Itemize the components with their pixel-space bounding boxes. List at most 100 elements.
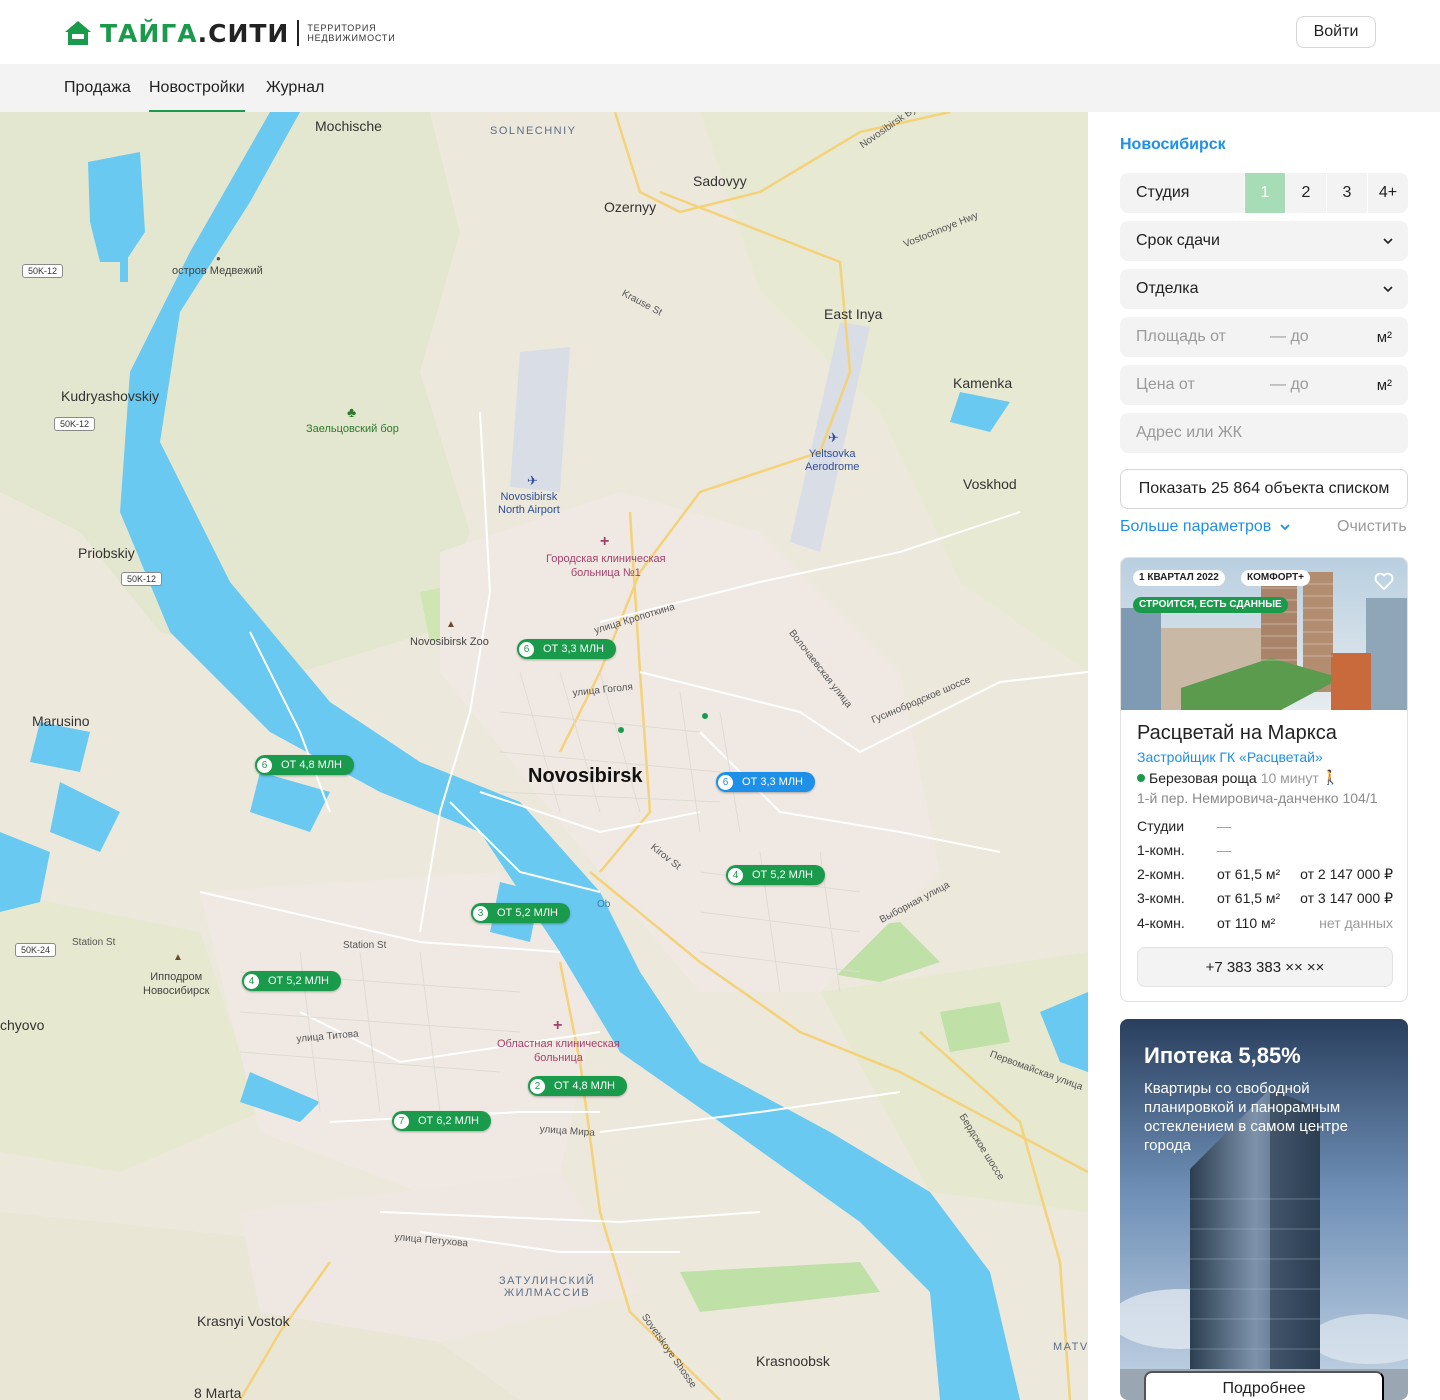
project-card[interactable]: 1 КВАРТАЛ 2022 КОМФОРТ+ СТРОИТСЯ, ЕСТЬ С… [1120, 557, 1408, 1002]
map-label-station-st-1: Station St [72, 937, 116, 948]
price-row: Студии — [1137, 818, 1393, 838]
more-params-link[interactable]: Больше параметров [1120, 518, 1291, 536]
pin-label: ОТ 4,8 МЛН [281, 759, 343, 771]
road-number-badge: 50K-12 [54, 417, 96, 431]
finishing-select-label: Отделка [1136, 280, 1199, 297]
metro-info: Березовая роща 10 минут 🚶 [1137, 769, 1339, 786]
price-row: 4-комн. от 110 м² нет данных [1137, 915, 1393, 935]
walking-person-icon: 🚶 [1321, 769, 1340, 785]
nav-item-new-buildings[interactable]: Новостройки [149, 64, 245, 112]
poi-dot-icon: ● [216, 254, 221, 263]
show-list-button[interactable]: Показать 25 864 объекта списком [1120, 469, 1408, 509]
area-from-input[interactable]: Площадь от [1136, 328, 1226, 346]
map-label-zatulinsky: ЗАТУЛИНСКИЙ ЖИЛМАССИВ [499, 1275, 596, 1299]
map-price-pin[interactable]: 2 ОТ 4,8 МЛН [528, 1076, 628, 1096]
chevron-down-icon [1280, 524, 1290, 531]
pin-count: 4 [728, 867, 743, 883]
project-address: 1-й пер. Немировича-данченко 104/1 [1137, 790, 1378, 806]
logo-wordmark: ТАЙГА.СИТИ [100, 18, 290, 48]
apartment-type: Студии [1137, 818, 1185, 834]
map-label-east-inya: East Inya [824, 306, 883, 322]
room-option-1[interactable]: 1 [1244, 173, 1285, 213]
map-price-pin-selected[interactable]: 6 ОТ 3,3 МЛН [716, 772, 816, 792]
more-params-label: Больше параметров [1120, 518, 1272, 535]
top-header: ТАЙГА.СИТИ ТЕРРИТОРИЯ НЕДВИЖИМОСТИ Войти [0, 0, 1440, 64]
apartment-price: от 2 147 000 ₽ [1300, 866, 1393, 882]
pin-count: 6 [519, 641, 534, 657]
price-to-input[interactable]: — до [1270, 376, 1309, 394]
chevron-down-icon [1383, 238, 1393, 245]
room-option-4-plus[interactable]: 4+ [1367, 173, 1408, 213]
map-label-krasnoobsk: Krasnoobsk [756, 1353, 830, 1369]
map-label-solnechniy: SOLNECHNIY [490, 125, 577, 137]
airplane-icon: ✈ [828, 430, 839, 445]
project-photo[interactable]: 1 КВАРТАЛ 2022 КОМФОРТ+ СТРОИТСЯ, ЕСТЬ С… [1121, 558, 1407, 710]
project-dot[interactable] [618, 727, 624, 733]
map-price-pin[interactable]: 4 ОТ 5,2 МЛН [726, 865, 826, 885]
main-nav: Продажа Новостройки Журнал [0, 64, 1440, 112]
price-unit: м² [1376, 376, 1392, 394]
pin-count: 6 [257, 757, 272, 773]
room-option-2[interactable]: 2 [1285, 173, 1326, 213]
metro-line-icon [1137, 773, 1145, 782]
map-label-8-marta: 8 Marta [194, 1385, 242, 1400]
deadline-select-label: Срок сдачи [1136, 232, 1220, 249]
apartment-area: — [1217, 842, 1231, 858]
map-label-ob: Ob [597, 899, 611, 910]
pin-label: ОТ 3,3 МЛН [742, 776, 804, 788]
city-selector[interactable]: Новосибирск [1120, 136, 1226, 154]
map-label-zaeltsovsky: Заельцовский бор [306, 423, 399, 435]
area-to-input[interactable]: — до [1270, 328, 1309, 346]
map-price-pin[interactable]: 6 ОТ 3,3 МЛН [517, 639, 617, 659]
apartment-area: от 110 м² [1217, 915, 1276, 931]
nav-item-journal[interactable]: Журнал [266, 64, 324, 112]
project-title[interactable]: Расцветай на Маркса [1137, 722, 1337, 745]
mortgage-promo-banner[interactable]: Ипотека 5,85% Квартиры со свободной план… [1120, 1019, 1408, 1400]
room-option-studio[interactable]: Студия [1120, 173, 1244, 213]
map-price-pin[interactable]: 6 ОТ 4,8 МЛН [255, 755, 355, 775]
promo-title: Ипотека 5,85% [1144, 1043, 1301, 1068]
favorite-heart-icon[interactable] [1373, 570, 1395, 592]
logo-tagline: ТЕРРИТОРИЯ НЕДВИЖИМОСТИ [307, 23, 396, 43]
road-number-badge: 50K-12 [22, 264, 64, 278]
promo-text: Квартиры со свободной планировкой и пано… [1144, 1080, 1348, 1154]
deadline-select[interactable]: Срок сдачи [1120, 221, 1408, 261]
map-label-chyovo: chyovo [0, 1017, 45, 1033]
room-option-3[interactable]: 3 [1326, 173, 1367, 213]
price-range-field[interactable]: Цена от — до м² [1120, 365, 1408, 405]
apartment-type: 3-комн. [1137, 890, 1185, 906]
tag-quarter: 1 КВАРТАЛ 2022 [1133, 570, 1225, 586]
login-button[interactable]: Войти [1296, 16, 1376, 48]
map-label-novosibirsk: Novosibirsk [528, 765, 643, 787]
map-view[interactable]: Mochische SOLNECHNIY Sadovyy Ozernyy Nov… [0, 112, 1088, 1400]
developer-link[interactable]: Застройщик ГК «Расцветай» [1137, 749, 1323, 765]
apartment-type: 1-комн. [1137, 842, 1185, 858]
apartment-price: от 3 147 000 ₽ [1300, 890, 1393, 906]
show-phone-button[interactable]: +7 383 383 ×× ×× [1137, 947, 1393, 987]
price-row: 3-комн. от 61,5 м² от 3 147 000 ₽ [1137, 890, 1393, 910]
map-label-station-st-2: Station St [343, 940, 387, 951]
area-range-field[interactable]: Площадь от — до м² [1120, 317, 1408, 357]
promo-details-button[interactable]: Подробнее [1144, 1371, 1384, 1400]
pin-label: ОТ 3,3 МЛН [543, 643, 605, 655]
map-price-pin[interactable]: 3 ОТ 5,2 МЛН [471, 903, 571, 923]
map-label-krasnyi-vostok: Krasnyi Vostok [197, 1313, 290, 1329]
pin-label: ОТ 5,2 МЛН [752, 869, 814, 881]
map-price-pin[interactable]: 4 ОТ 5,2 МЛН [242, 971, 342, 991]
price-from-input[interactable]: Цена от [1136, 376, 1195, 394]
map-label-matveyev: MATVEYEV [1053, 1341, 1088, 1353]
clear-filters-link[interactable]: Очистить [1337, 518, 1407, 536]
map-price-pin[interactable]: 7 ОТ 6,2 МЛН [392, 1111, 492, 1131]
logo-house-icon [65, 21, 91, 45]
zoo-icon: ▲ [446, 619, 456, 630]
address-search-input[interactable]: Адрес или ЖК [1120, 413, 1408, 453]
metro-station: Березовая роща [1149, 769, 1257, 786]
project-dot[interactable] [702, 713, 708, 719]
tag-status: СТРОИТСЯ, ЕСТЬ СДАННЫЕ [1133, 597, 1288, 613]
pin-label: ОТ 6,2 МЛН [418, 1115, 480, 1127]
nav-item-sale[interactable]: Продажа [64, 64, 131, 112]
tree-icon: ♣ [347, 404, 357, 420]
finishing-select[interactable]: Отделка [1120, 269, 1408, 309]
site-logo[interactable]: ТАЙГА.СИТИ ТЕРРИТОРИЯ НЕДВИЖИМОСТИ [64, 17, 395, 49]
map-label-hospital-1: Городская клиническая больница №1 [546, 553, 666, 579]
